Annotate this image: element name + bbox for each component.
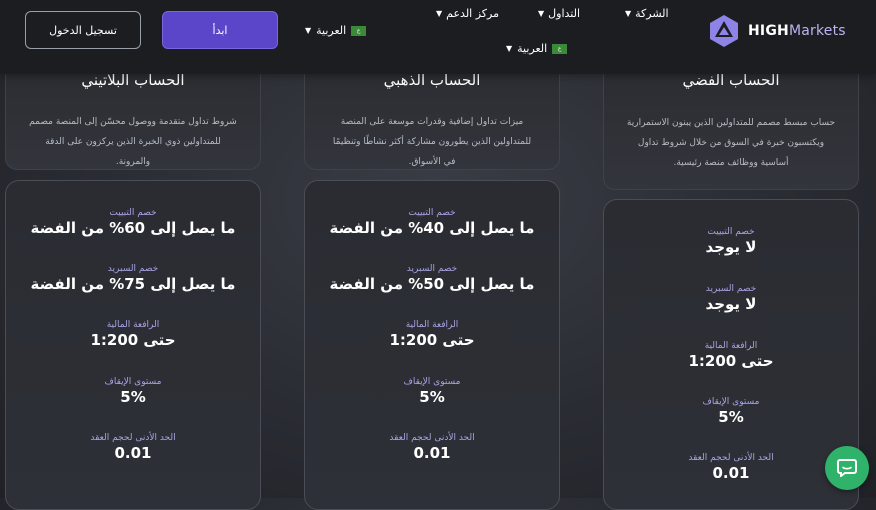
swap-discount-label: خصم التبييت	[707, 227, 755, 237]
leverage-value: حتى 1:200	[688, 352, 774, 370]
min-lot-value: 0.01	[114, 444, 152, 462]
min-lot-value: 0.01	[413, 444, 451, 462]
language-label: العربية	[517, 42, 548, 55]
chevron-down-icon: ▼	[625, 9, 632, 18]
chat-button[interactable]	[825, 446, 869, 490]
top-navigation-bar: تسجيل الدخول ابدأ ▼ العربية ع ▼ مركز الد…	[0, 0, 876, 74]
nav-trading[interactable]: ▼ التداول	[538, 7, 580, 20]
spread-discount-label: خصم السبريد	[107, 264, 159, 274]
chevron-down-icon: ▼	[538, 9, 545, 18]
stop-out-label: مستوى الإيقاف	[104, 377, 162, 387]
leverage-value: حتى 1:200	[389, 331, 475, 349]
spread-discount-value: لا يوجد	[705, 295, 757, 313]
chevron-down-icon: ▼	[436, 9, 443, 18]
account-description: حساب مبسط مصمم للمتداولين الذين يبنون ال…	[626, 118, 836, 168]
start-button[interactable]: ابدأ	[162, 11, 278, 49]
nav-company[interactable]: ▼ الشركة	[625, 7, 669, 20]
stop-out-value: 5%	[718, 408, 744, 426]
chevron-down-icon: ▼	[305, 26, 312, 35]
language-label: العربية	[316, 24, 347, 37]
nav-support-label: مركز الدعم	[446, 7, 499, 20]
logo-text: HIGHMarkets	[748, 23, 846, 39]
min-lot-label: الحد الأدنى لحجم العقد	[90, 433, 176, 443]
chat-icon	[837, 459, 857, 477]
nav-support[interactable]: ▼ مركز الدعم	[436, 7, 499, 20]
stop-out-value: 5%	[120, 388, 146, 406]
spread-discount-label: خصم السبريد	[705, 284, 757, 294]
nav-company-label: الشركة	[635, 7, 669, 20]
leverage-label: الرافعة المالية	[405, 320, 459, 330]
language-selector-secondary[interactable]: ▼ العربية ع	[506, 42, 568, 55]
min-lot-label: الحد الأدنى لحجم العقد	[688, 453, 774, 463]
swap-discount-value: لا يوجد	[705, 238, 757, 256]
swap-discount-label: خصم التبييت	[408, 208, 456, 218]
spread-discount-label: خصم السبريد	[406, 264, 458, 274]
highmarkets-logo-icon	[710, 15, 738, 47]
platinum-stats-card: خصم التبييت ما يصل إلى 60% من الفضة خصم ا…	[5, 180, 261, 510]
stop-out-value: 5%	[419, 388, 445, 406]
silver-stats-card: خصم التبييت لا يوجد خصم السبريد لا يوجد ال…	[603, 199, 859, 510]
swap-discount-value: ما يصل إلى 60% من الفضة	[30, 219, 236, 237]
gold-stats-card: خصم التبييت ما يصل إلى 40% من الفضة خصم ا…	[304, 180, 560, 510]
nav-trading-label: التداول	[548, 7, 581, 20]
stop-out-label: مستوى الإيقاف	[702, 397, 760, 407]
language-selector[interactable]: ▼ العربية ع	[305, 24, 367, 37]
flag-icon: ع	[351, 25, 367, 36]
swap-discount-value: ما يصل إلى 40% من الفضة	[329, 219, 535, 237]
spread-discount-value: ما يصل إلى 50% من الفضة	[329, 275, 535, 293]
logo[interactable]: HIGHMarkets	[706, 13, 846, 49]
min-lot-value: 0.01	[712, 464, 750, 482]
leverage-label: الرافعة المالية	[704, 341, 758, 351]
leverage-label: الرافعة المالية	[106, 320, 160, 330]
flag-icon: ع	[552, 43, 568, 54]
account-description: ميزات تداول إضافية وقدرات موسعة على المن…	[332, 117, 532, 167]
leverage-value: حتى 1:200	[90, 331, 176, 349]
min-lot-label: الحد الأدنى لحجم العقد	[389, 433, 475, 443]
account-description: شروط تداول متقدمة ووصول محسّن إلى المنصة…	[29, 117, 237, 167]
login-button[interactable]: تسجيل الدخول	[25, 11, 141, 49]
silver-description-card: الحساب الفضي حساب مبسط مصمم للمتداولين ا…	[603, 56, 859, 190]
stop-out-label: مستوى الإيقاف	[403, 377, 461, 387]
spread-discount-value: ما يصل إلى 75% من الفضة	[30, 275, 236, 293]
chevron-down-icon: ▼	[506, 44, 513, 53]
swap-discount-label: خصم التبييت	[109, 208, 157, 218]
